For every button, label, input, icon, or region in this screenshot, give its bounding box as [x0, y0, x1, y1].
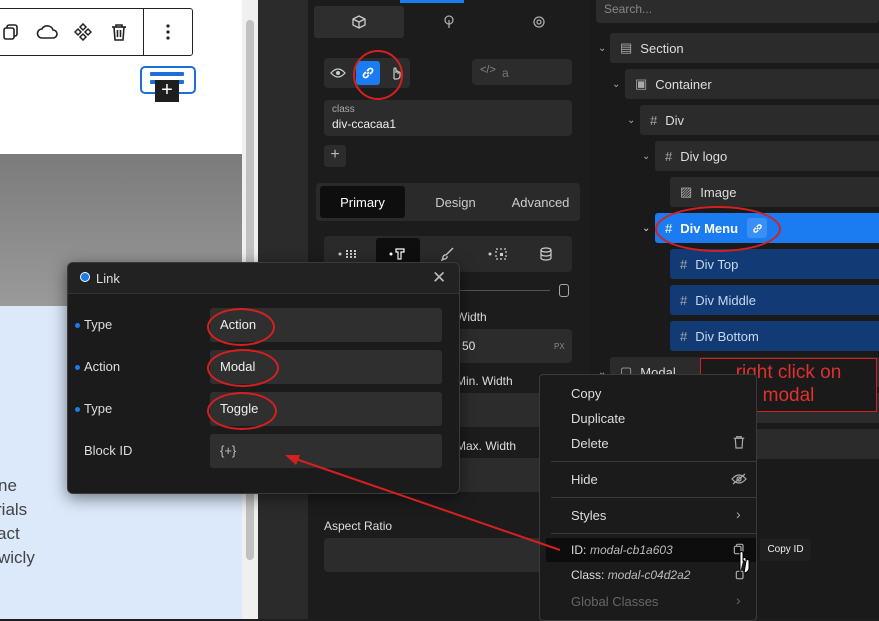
div-icon: #	[665, 148, 673, 164]
chevron-down-icon[interactable]: ⌄	[642, 223, 650, 234]
row-label: Action	[84, 359, 121, 374]
more-options-icon[interactable]	[150, 9, 186, 55]
tab-advanced[interactable]: Advanced	[498, 186, 583, 218]
trash-icon[interactable]	[101, 9, 137, 55]
tree-node-div-top[interactable]: # Div Top	[670, 249, 879, 279]
database-icon[interactable]	[524, 238, 568, 270]
tab-design[interactable]: Design	[413, 186, 498, 218]
cube-icon	[352, 15, 366, 29]
width-value: 50	[462, 339, 476, 353]
div-icon: #	[680, 256, 688, 272]
menu-item-class[interactable]: Class: modal-c04d2a2	[571, 568, 690, 582]
chevron-down-icon[interactable]: ⌄	[612, 79, 620, 90]
tree-node-div-middle[interactable]: # Div Middle	[670, 285, 879, 315]
menu-item-delete[interactable]: Delete	[571, 436, 609, 451]
block-id-input[interactable]: {+}	[210, 434, 442, 468]
div-icon: #	[650, 112, 658, 128]
section-icon: ▤	[620, 40, 633, 55]
slider-track[interactable]	[458, 290, 550, 291]
mobile-icon[interactable]	[559, 284, 569, 297]
code-icon: </>	[480, 64, 496, 76]
chevron-right-icon: ›	[736, 506, 741, 522]
body-text-line: ne	[0, 476, 17, 495]
link-url-input[interactable]: </> a	[472, 59, 572, 85]
settings-tabs	[314, 0, 584, 38]
div-icon: #	[680, 328, 688, 344]
div-icon: #	[680, 292, 688, 308]
width-input[interactable]: 50 PX	[456, 329, 572, 363]
tree-node-div-logo[interactable]: # Div logo	[655, 141, 879, 171]
image-icon: ▨	[680, 184, 693, 199]
cloud-icon[interactable]	[29, 9, 65, 55]
row-label: Type	[84, 401, 113, 416]
row-label: Block ID	[84, 443, 133, 458]
chevron-down-icon[interactable]: ⌄	[627, 115, 635, 126]
link-row-block-id: Block ID {+}	[68, 434, 459, 468]
body-text-line: rials	[0, 500, 28, 519]
chevron-right-icon: ›	[736, 592, 741, 608]
class-value: div-ccacaa1	[332, 117, 397, 131]
duplicate-icon[interactable]	[0, 9, 29, 55]
active-tab-indicator	[400, 0, 464, 3]
tab-block[interactable]	[314, 6, 404, 38]
tab-interactions[interactable]	[404, 6, 494, 38]
toolbar-separator	[143, 9, 144, 55]
annotation-ring	[353, 50, 403, 100]
menu-item-global-classes[interactable]: Global Classes	[571, 594, 658, 609]
section-tabs: Primary Design Advanced	[316, 183, 580, 221]
width-unit: PX	[554, 342, 565, 351]
copy-id-tooltip: Copy ID	[760, 539, 811, 561]
aspect-ratio-label: Aspect Ratio	[324, 519, 393, 533]
annotation-ring	[207, 392, 277, 430]
block-toolbar	[0, 8, 193, 56]
max-width-label: Max. Width	[456, 439, 517, 453]
spacing-icon[interactable]	[476, 238, 520, 270]
link-modal-header: Link ✕	[68, 263, 459, 294]
close-icon[interactable]: ✕	[432, 268, 446, 288]
annotation-ring	[207, 349, 279, 387]
tab-primary[interactable]: Primary	[320, 186, 405, 218]
eye-off-icon	[731, 473, 747, 485]
add-class-button[interactable]: +	[324, 145, 346, 167]
chevron-down-icon[interactable]: ⌄	[598, 43, 606, 54]
annotation-ring	[207, 308, 275, 346]
menu-item-id[interactable]: ID: modal-cb1a603	[546, 538, 756, 562]
link-url-placeholder: a	[502, 66, 509, 80]
menu-item-hide[interactable]: Hide	[571, 472, 598, 487]
row-label: Type	[84, 317, 113, 332]
class-label: class	[332, 104, 355, 115]
container-icon: ▣	[635, 76, 648, 91]
chevron-down-icon[interactable]: ⌄	[642, 151, 650, 162]
navigator-search-input[interactable]: Search...	[596, 0, 879, 23]
class-field[interactable]: class div-ccacaa1	[324, 100, 572, 136]
tree-node-div[interactable]: # Div	[640, 105, 879, 135]
body-text-line: act	[0, 524, 20, 543]
annotation-ring	[655, 206, 781, 252]
hand-cursor-icon	[739, 551, 750, 574]
menu-item-copy[interactable]: Copy	[571, 386, 601, 401]
tree-node-section[interactable]: ▤ Section	[610, 33, 879, 63]
tab-target[interactable]	[494, 6, 584, 38]
min-width-label: Min. Width	[456, 374, 513, 388]
width-label: Width	[456, 310, 487, 324]
component-icon[interactable]	[65, 9, 101, 55]
tree-node-div-bottom[interactable]: # Div Bottom	[670, 321, 879, 351]
link-modal-title: Link	[96, 271, 120, 286]
body-text-line: wicly	[0, 548, 35, 567]
eye-icon[interactable]	[326, 61, 350, 85]
tree-node-image[interactable]: ▨ Image	[670, 177, 879, 207]
tree-node-container[interactable]: ▣ Container	[625, 69, 879, 99]
context-menu: Copy Duplicate Delete Hide Styles › ID: …	[539, 374, 757, 621]
menu-item-styles[interactable]: Styles	[571, 508, 606, 523]
link-dot-icon	[80, 272, 90, 282]
add-block-button[interactable]: +	[155, 80, 179, 102]
target-icon	[533, 16, 545, 28]
aspect-ratio-input[interactable]	[324, 538, 572, 572]
touch-icon	[444, 15, 454, 28]
link-modal: Link ✕ Type Action Action Modal Type Tog…	[67, 262, 460, 494]
trash-icon	[733, 435, 745, 449]
menu-item-duplicate[interactable]: Duplicate	[571, 411, 625, 426]
